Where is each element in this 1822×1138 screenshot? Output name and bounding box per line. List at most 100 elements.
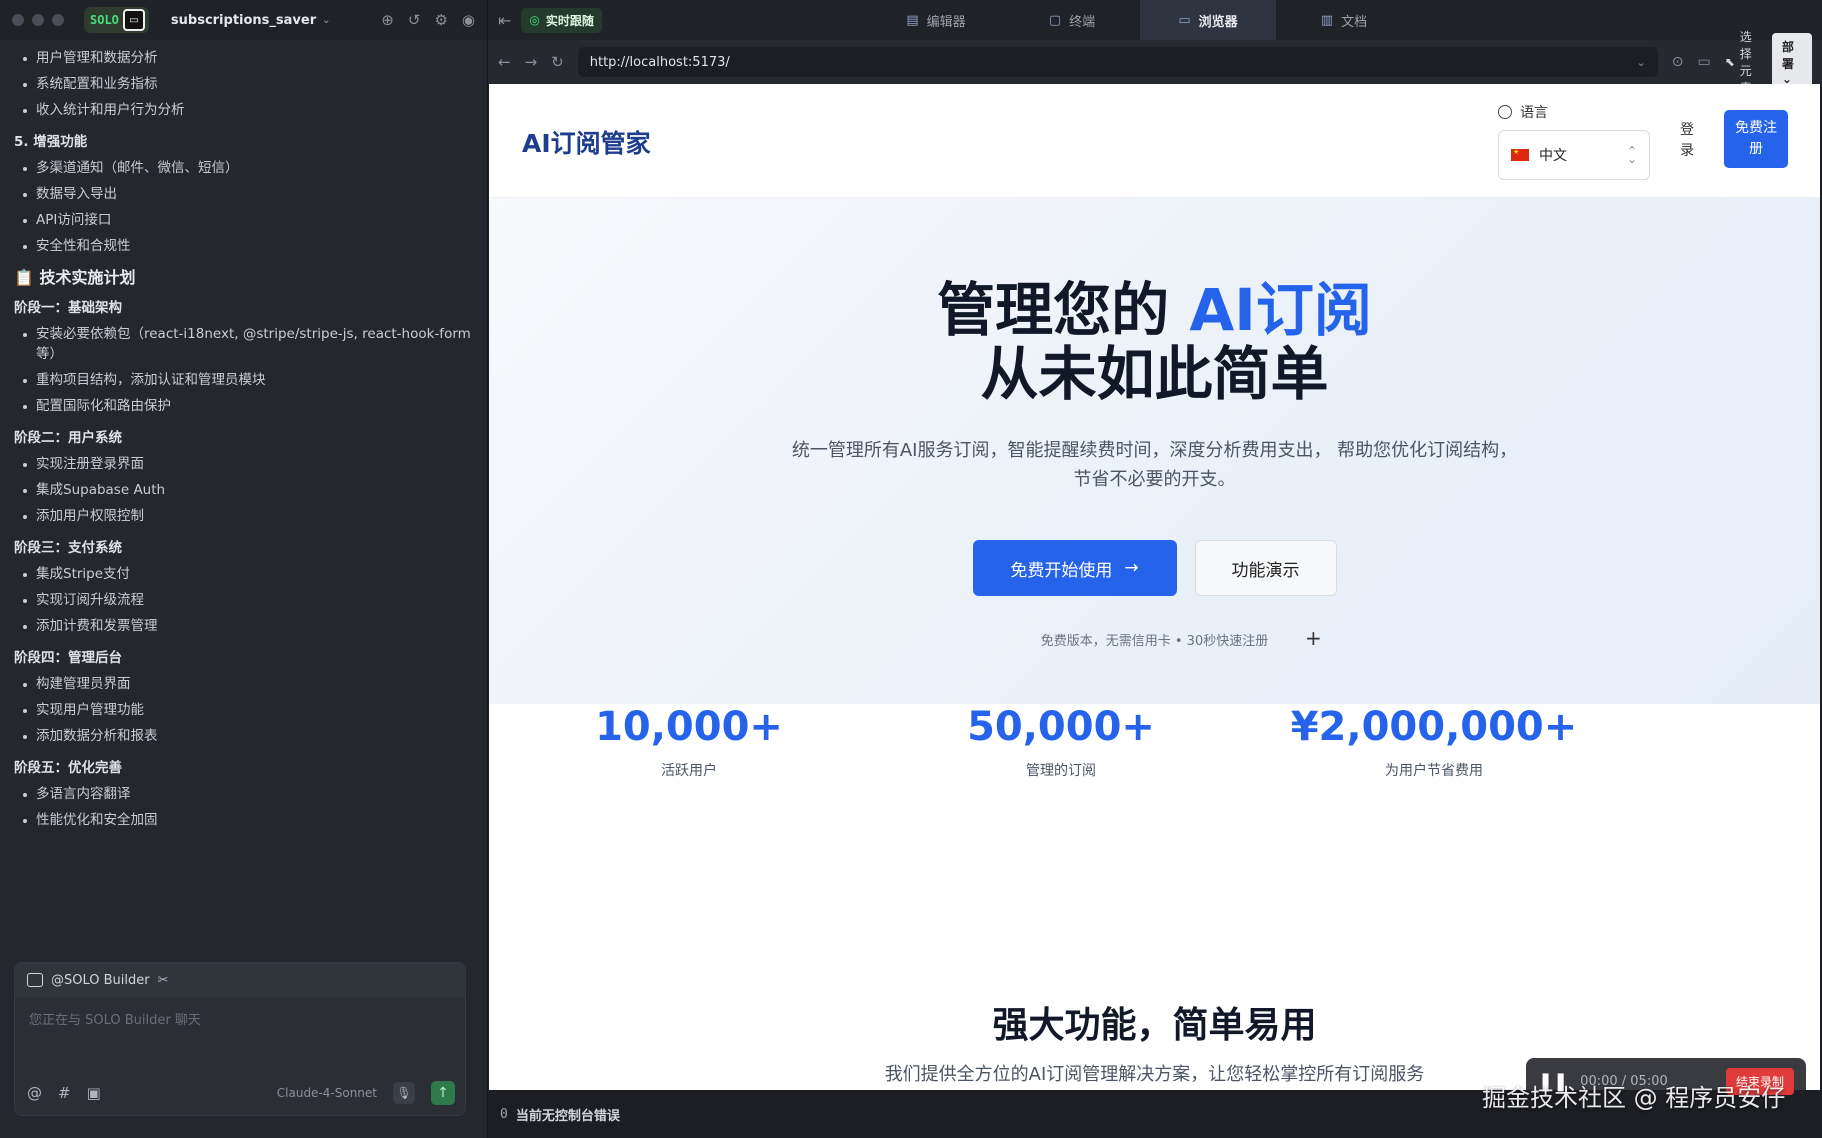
workspace-tabs-bar: ⇤ ◎ 实时跟随 ▤ 编辑器 ▢ 终端 ▭ 浏览器 ▥ 文档 [488,0,1822,40]
left-toolbar-icons: ⊕ ↺ ⚙ ◉ [381,11,475,29]
recording-time: 00:00 / 05:00 [1580,1073,1668,1089]
site-logo[interactable]: AI订阅管家 [522,124,651,160]
account-icon[interactable]: ◉ [462,11,475,29]
list-item: 重构项目结构，添加认证和管理员模块 [14,370,474,390]
list-item: 添加用户权限控制 [14,506,474,526]
browser-icon: ▭ [1178,12,1191,28]
plan-heading: 📋 技术实施计划 [14,268,136,287]
new-chat-icon[interactable]: ⊕ [381,11,394,29]
chat-tools: @ # ▣ Claude-4-Sonnet 🎙 ↑ [27,1081,455,1105]
console-status-text: 当前无控制台错误 [515,1108,620,1124]
mention-icon[interactable]: @ [27,1084,42,1102]
section-heading: 阶段三：支付系统 [14,540,122,556]
cta-row: 免费开始使用 → 功能演示 [489,540,1820,596]
device-icon[interactable]: ▭ [1697,54,1710,70]
deploy-button[interactable]: 部署 ⌄ [1771,33,1812,91]
chat-message-area[interactable]: 用户管理和数据分析 系统配置和业务指标 收入统计和用户行为分析 5. 增强功能 多渠道通… [0,40,488,955]
pause-icon[interactable]: ❚❚ [1538,1071,1568,1092]
tools-icon[interactable]: ✂ [158,973,169,988]
hero-title-prefix: 管理您的 [937,276,1190,344]
chat-input[interactable]: 您正在与 SOLO Builder 聊天 [15,997,465,1040]
language-select[interactable]: 中文 ⌃⌄ [1498,130,1650,180]
list-item: 配置国际化和路由保护 [14,396,474,416]
tab-editor[interactable]: ▤ 编辑器 [868,0,1004,40]
window-zoom-dot[interactable] [52,14,64,26]
live-follow-label: 实时跟随 [545,13,594,28]
browser-viewport: AI订阅管家 语言 中文 ⌃⌄ 登录 免费注册 管理您的 AI订阅 从未如此简单… [489,84,1820,1090]
list-item: 实现用户管理功能 [14,700,474,720]
list-item: 安全性和合规性 [14,236,474,256]
project-name: subscriptions_saver [170,12,317,28]
hero-note: 免费版本，无需信用卡 • 30秒快速注册 [1040,634,1269,649]
live-follow-button[interactable]: ◎ 实时跟随 [521,7,602,33]
model-selector[interactable]: Claude-4-Sonnet [277,1086,377,1100]
hero-subtitle: 统一管理所有AI服务订阅，智能提醒续费时间，深度分析费用支出， 帮助您优化订阅结… [489,436,1820,494]
stat-label: 为用户节省费用 [1385,763,1483,779]
reload-icon[interactable]: ↻ [551,53,564,71]
list-item: 多语言内容翻译 [14,784,474,804]
docs-icon: ▥ [1320,12,1334,28]
image-icon[interactable]: ▣ [87,1084,101,1102]
language-value: 中文 [1539,148,1567,164]
site-header: AI订阅管家 语言 中文 ⌃⌄ 登录 免费注册 [489,84,1820,198]
tab-browser[interactable]: ▭ 浏览器 [1140,0,1276,40]
chat-input-box: @SOLO Builder ✂ 您正在与 SOLO Builder 聊天 @ #… [14,962,466,1116]
section-heading: 阶段二：用户系统 [14,430,122,446]
terminal-icon: ▢ [1048,12,1062,28]
target-icon[interactable]: ⊙ [1672,54,1684,70]
solo-badge[interactable]: SOLO ▭ [84,7,149,33]
hash-icon[interactable]: # [58,1084,71,1102]
stats-section: 10,000+ 活跃用户 50,000+ 管理的订阅 ¥2,000,000+ 为用户节省费… [489,704,1820,884]
login-link[interactable]: 登录 [1679,120,1695,162]
stat-number: 10,000+ [595,704,783,750]
collapse-panel-icon[interactable]: ⇤ [498,11,511,30]
url-field[interactable]: http://localhost:5173/ ⌄ [577,47,1658,77]
forward-icon[interactable]: → [525,53,538,71]
list-item: 安装必要依赖包（react-i18next, @stripe/stripe-js… [14,324,474,364]
get-started-button[interactable]: 免费开始使用 → [972,540,1177,596]
history-icon[interactable]: ↺ [408,11,421,29]
tab-terminal[interactable]: ▢ 终端 [1004,0,1140,40]
live-follow-icon: ◎ [529,13,540,27]
project-selector[interactable]: subscriptions_saver ⌄ [171,13,331,28]
solo-chat-panel: SOLO ▭ subscriptions_saver ⌄ ⊕ ↺ ⚙ ◉ 用户管… [0,0,488,1138]
agent-indicator[interactable]: @SOLO Builder ✂ [15,963,465,997]
hero-title-accent: AI订阅 [1189,276,1372,344]
demo-button[interactable]: 功能演示 [1194,540,1337,596]
send-button[interactable]: ↑ [431,1081,455,1105]
error-count: 0 [500,1106,508,1122]
gear-icon[interactable]: ⚙ [434,11,447,29]
signup-button[interactable]: 免费注册 [1724,110,1788,168]
editor-icon: ▤ [906,12,919,28]
cursor-icon: ⬉ [1724,55,1735,69]
updown-chevron-icon: ⌃ ⌄ [1626,144,1637,166]
solo-label: SOLO [90,13,119,27]
tab-docs[interactable]: ▥ 文档 [1276,0,1412,40]
list-item: 性能优化和安全加固 [14,810,474,830]
stat-number: ¥2,000,000+ [1290,704,1578,750]
list-item: 添加计费和发票管理 [14,616,474,636]
features-title: 强大功能，简单易用 [992,1005,1317,1046]
screen-recorder: ❚❚ 00:00 / 05:00 结束录制 [1526,1058,1806,1104]
microphone-icon[interactable]: 🎙 [393,1082,415,1104]
stat-item: 50,000+ 管理的订阅 [861,704,1261,780]
list-item: 实现订阅升级流程 [14,590,474,610]
browser-address-bar: ← → ↻ http://localhost:5173/ ⌄ ⊙ ▭ ⬉ 选择元… [488,30,1822,95]
list-item: 收入统计和用户行为分析 [14,100,474,120]
window-minimize-dot[interactable] [32,14,44,26]
stat-item: 10,000+ 活跃用户 [489,704,889,780]
language-label-text: 语言 [1520,105,1548,121]
list-item: API访问接口 [14,210,474,230]
list-item: 数据导入导出 [14,184,474,204]
solo-logo-icon: ▭ [122,9,145,31]
builder-icon [27,973,43,987]
list-item: 构建管理员界面 [14,674,474,694]
section-heading: 阶段五：优化完善 [14,760,122,776]
china-flag-icon [1511,148,1529,161]
chevron-down-icon[interactable]: ⌄ [1637,56,1646,69]
list-item: 多渠道通知（邮件、微信、短信） [14,158,474,178]
stop-recording-button[interactable]: 结束录制 [1725,1067,1794,1095]
window-close-dot[interactable] [12,14,24,26]
back-icon[interactable]: ← [498,53,511,71]
list-item: 添加数据分析和报表 [14,726,474,746]
